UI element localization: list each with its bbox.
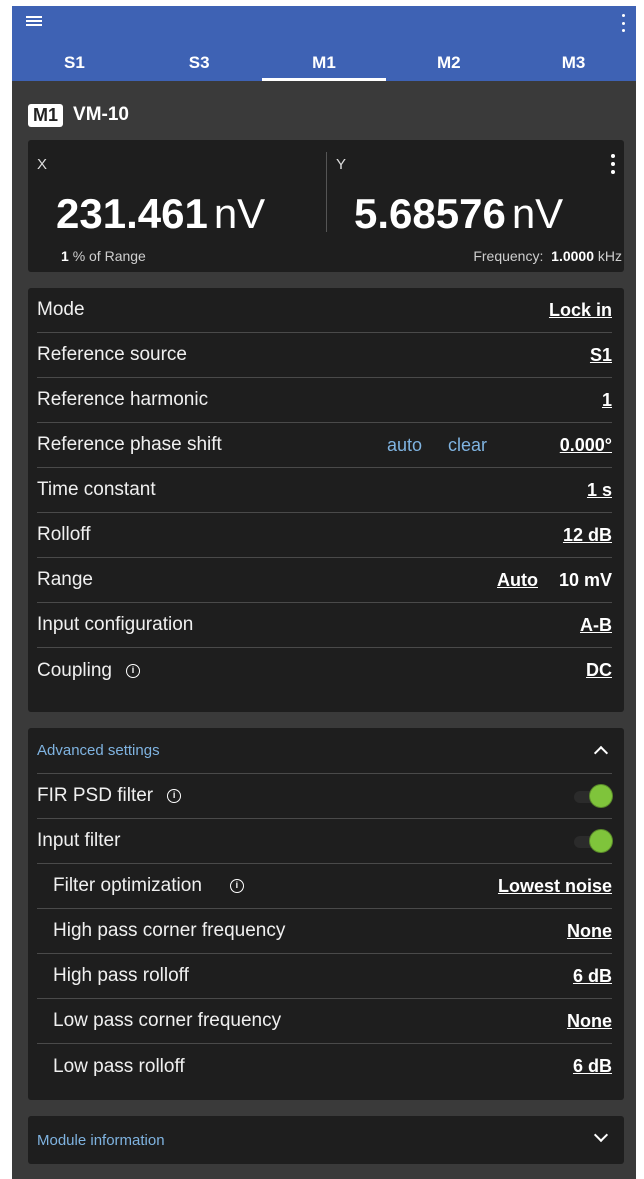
fir-psd-label: FIR PSD filter — [37, 785, 154, 806]
settings-panel: Mode Lock in Reference source S1 Referen… — [28, 288, 624, 712]
setting-input-filter: Input filter — [37, 819, 612, 864]
coupling-info-icon[interactable]: i — [126, 663, 140, 678]
setting-high-pass-rolloff: High pass rolloff 6 dB — [37, 954, 612, 999]
module-information-title: Module information — [37, 1131, 165, 1149]
readout-more-icon[interactable] — [610, 154, 616, 174]
chevron-up-icon[interactable] — [593, 745, 609, 761]
setting-low-pass-corner: Low pass corner frequency None — [37, 999, 612, 1044]
coupling-value[interactable]: DC — [586, 660, 612, 681]
x-unit: nV — [213, 190, 266, 237]
module-badge: M1 — [28, 103, 64, 127]
setting-filter-optimization: Filter optimization i Lowest noise — [37, 864, 612, 909]
setting-reference-harmonic: Reference harmonic 1 — [37, 378, 612, 423]
reference-source-label: Reference source — [37, 344, 187, 365]
setting-fir-psd-filter: FIR PSD filter i — [37, 774, 612, 819]
high-pass-rolloff-label: High pass rolloff — [53, 965, 189, 986]
reference-source-value[interactable]: S1 — [590, 345, 612, 366]
high-pass-rolloff-value[interactable]: 6 dB — [573, 966, 612, 987]
y-unit: nV — [511, 190, 564, 237]
frequency-readout: Frequency: 1.0000 kHz — [473, 248, 624, 264]
y-label: Y — [336, 156, 347, 173]
module-title: M1 VM-10 — [28, 100, 129, 130]
range-auto-button[interactable]: Auto — [497, 570, 538, 591]
y-number: 5.68576 — [354, 190, 506, 237]
module-information-header[interactable]: Module information — [37, 1116, 612, 1164]
advanced-settings-title: Advanced settings — [37, 742, 160, 759]
module-name: VM-10 — [73, 104, 129, 125]
module-information-panel: Module information — [28, 1116, 624, 1164]
reference-harmonic-value[interactable]: 1 — [602, 390, 612, 411]
tab-m2[interactable]: M2 — [386, 48, 511, 81]
input-filter-label: Input filter — [37, 830, 121, 851]
x-value: 231.461 nV — [56, 190, 265, 238]
filter-optimization-value[interactable]: Lowest noise — [498, 876, 612, 897]
mode-value[interactable]: Lock in — [549, 300, 612, 321]
x-label: X — [37, 156, 48, 173]
input-configuration-label: Input configuration — [37, 614, 194, 635]
setting-high-pass-corner: High pass corner frequency None — [37, 909, 612, 954]
readout-panel: X Y 231.461 nV 5.68576 nV 1 % of Range Fre… — [28, 140, 624, 272]
tab-s3[interactable]: S3 — [137, 48, 262, 81]
range-label: Range — [37, 569, 93, 590]
phase-clear-button[interactable]: clear — [448, 435, 487, 456]
readout-divider — [326, 152, 327, 232]
tab-s1[interactable]: S1 — [12, 48, 137, 81]
y-value: 5.68576 nV — [354, 190, 563, 238]
setting-input-configuration: Input configuration A-B — [37, 603, 612, 648]
setting-time-constant: Time constant 1 s — [37, 468, 612, 513]
range-value: 10 mV — [558, 569, 612, 590]
tab-m3[interactable]: M3 — [511, 48, 636, 81]
top-bar: S1 S3 M1 M2 M3 — [12, 6, 636, 81]
filter-optimization-info-icon[interactable]: i — [229, 879, 244, 893]
x-number: 231.461 — [56, 190, 208, 237]
module-tabs: S1 S3 M1 M2 M3 — [12, 48, 636, 81]
input-filter-toggle[interactable] — [570, 830, 612, 852]
range-percent-text: % of Range — [72, 248, 146, 264]
setting-rolloff: Rolloff 12 dB — [37, 513, 612, 558]
time-constant-value[interactable]: 1 s — [587, 480, 612, 501]
setting-reference-source: Reference source S1 — [37, 333, 612, 378]
fir-info-icon[interactable]: i — [167, 789, 182, 803]
phase-auto-button[interactable]: auto — [387, 435, 422, 456]
frequency-value: 1.0000 — [551, 248, 594, 264]
frequency-label: Frequency: — [473, 248, 544, 264]
high-pass-corner-value[interactable]: None — [567, 921, 612, 942]
hamburger-menu-icon[interactable] — [26, 14, 42, 30]
time-constant-label: Time constant — [37, 479, 156, 500]
advanced-settings-panel: Advanced settings FIR PSD filter i Input… — [28, 728, 624, 1100]
setting-range: Range Auto 10 mV — [37, 558, 612, 603]
high-pass-corner-label: High pass corner frequency — [53, 920, 286, 941]
reference-phase-value[interactable]: 0.000° — [560, 435, 612, 456]
chevron-down-icon[interactable] — [593, 1127, 609, 1143]
coupling-label: Coupling — [37, 659, 112, 681]
rolloff-value[interactable]: 12 dB — [563, 525, 612, 546]
advanced-settings-header[interactable]: Advanced settings — [37, 728, 612, 774]
setting-reference-phase-shift: Reference phase shift auto clear 0.000° — [37, 423, 612, 468]
rolloff-label: Rolloff — [37, 524, 91, 545]
low-pass-rolloff-value[interactable]: 6 dB — [573, 1056, 612, 1077]
reference-phase-label: Reference phase shift — [37, 434, 222, 455]
reference-harmonic-label: Reference harmonic — [37, 389, 209, 410]
low-pass-rolloff-label: Low pass rolloff — [53, 1055, 185, 1077]
filter-optimization-label: Filter optimization — [53, 875, 202, 896]
low-pass-corner-value[interactable]: None — [567, 1011, 612, 1032]
range-percent-value: 1 — [61, 248, 69, 264]
tab-m1[interactable]: M1 — [261, 48, 387, 81]
mode-label: Mode — [37, 299, 85, 320]
range-percent: 1 % of Range — [61, 248, 146, 264]
setting-coupling: Coupling i DC — [37, 648, 612, 693]
fir-psd-toggle[interactable] — [570, 785, 612, 807]
low-pass-corner-label: Low pass corner frequency — [53, 1010, 282, 1031]
setting-mode: Mode Lock in — [37, 288, 612, 333]
frequency-unit: kHz — [597, 248, 622, 264]
overflow-menu-icon[interactable] — [620, 14, 626, 32]
input-configuration-value[interactable]: A-B — [580, 615, 612, 636]
app-window: S1 S3 M1 M2 M3 M1 VM-10 X Y 231.461 nV 5.… — [12, 6, 636, 1179]
setting-low-pass-rolloff: Low pass rolloff 6 dB — [37, 1044, 612, 1089]
